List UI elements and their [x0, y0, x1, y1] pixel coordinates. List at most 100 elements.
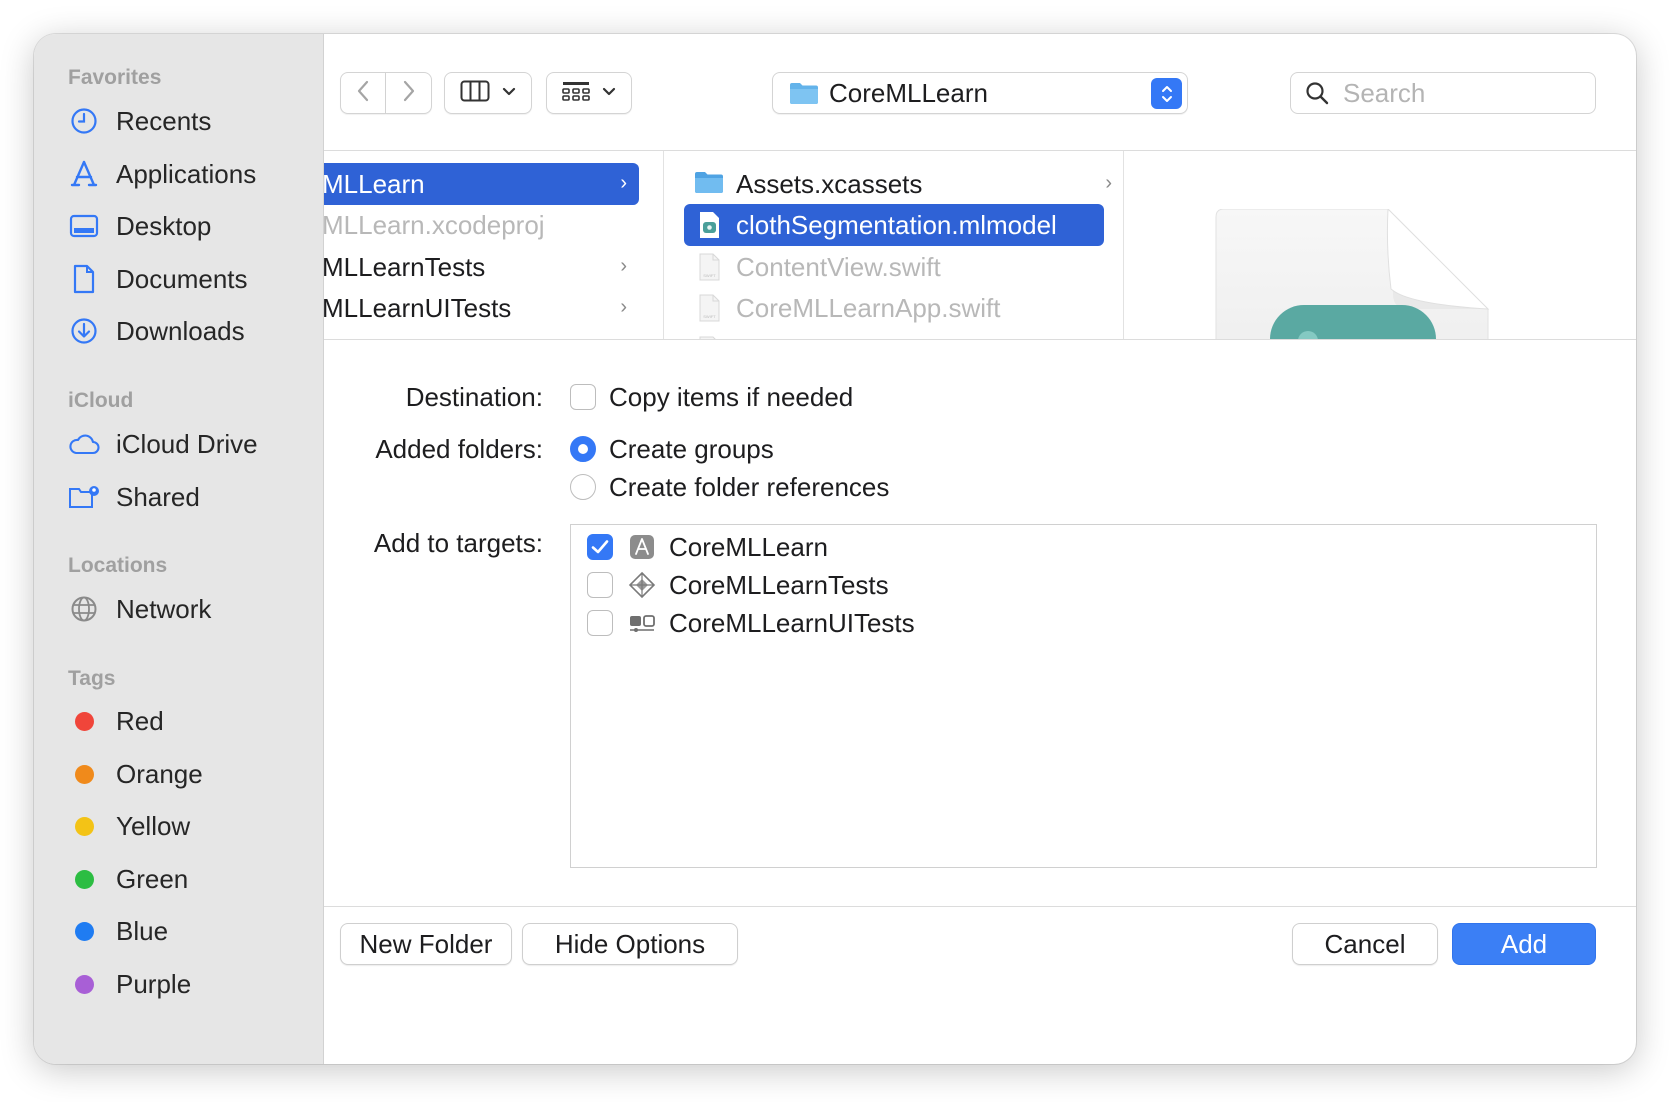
- hide-options-button[interactable]: Hide Options: [522, 923, 738, 965]
- purple-tag-icon: [75, 974, 94, 994]
- target-name: CoreMLLearn: [669, 531, 828, 562]
- sidebar-item-label: iCloud Drive: [116, 428, 258, 459]
- sidebar-item-documents[interactable]: Documents: [68, 257, 308, 301]
- list-item[interactable]: clothSegmentation.mlmodel: [684, 204, 1104, 246]
- sidebar-item-label: Documents: [116, 263, 248, 294]
- chevron-right-icon: ›: [620, 172, 627, 194]
- list-item[interactable]: SWIFT CoreMLLearnApp.swift: [684, 287, 1123, 329]
- list-item[interactable]: MLLearnTests ›: [324, 246, 639, 288]
- sidebar-item-label: Yellow: [116, 810, 191, 841]
- sidebar-item-applications[interactable]: Applications: [68, 152, 308, 196]
- sidebar-item-label: Desktop: [116, 210, 212, 241]
- red-tag-icon: [75, 711, 94, 731]
- clock-icon: [68, 105, 100, 137]
- targets-list: CoreMLLearn CoreMLLearnTests CoreMLLearn…: [570, 524, 1597, 868]
- list-item-label: ContentView.swift: [736, 251, 941, 282]
- chevron-down-icon: [502, 84, 516, 102]
- preview-pane: [1124, 151, 1636, 339]
- browser-column-1: MLLearn › MLLearn.xcodeproj MLLearnTests…: [324, 151, 664, 339]
- divider: [324, 906, 1636, 907]
- target-checkbox[interactable]: [587, 534, 613, 560]
- sidebar-item-icloud-drive[interactable]: iCloud Drive: [68, 422, 308, 466]
- sidebar-item-label: Red: [116, 705, 164, 736]
- columns-view-icon: [460, 80, 490, 107]
- sidebar-item-label: Network: [116, 593, 212, 624]
- cloud-icon: [68, 428, 100, 460]
- folder-icon: [789, 81, 819, 105]
- sidebar-item-shared[interactable]: Shared: [68, 475, 308, 519]
- target-checkbox[interactable]: [587, 572, 613, 598]
- sidebar-section-tags: Tags: [68, 667, 116, 690]
- view-mode-button[interactable]: [444, 72, 532, 114]
- orange-tag-icon: [75, 764, 94, 784]
- destination-label: Destination:: [405, 382, 543, 412]
- sidebar-item-tag-orange[interactable]: Orange: [68, 752, 308, 796]
- grid-icon: [562, 80, 590, 107]
- chevron-down-icon: [602, 84, 616, 102]
- desktop-icon: [68, 210, 100, 242]
- file-browser: MLLearn › MLLearn.xcodeproj MLLearnTests…: [324, 150, 1636, 340]
- target-row-coremllearntests[interactable]: CoreMLLearnTests: [587, 567, 889, 603]
- target-name: CoreMLLearnTests: [669, 569, 889, 600]
- target-row-coremllearnuitests[interactable]: CoreMLLearnUITests: [587, 605, 915, 641]
- list-item[interactable]: Assets.xcassets ›: [684, 163, 1123, 205]
- ui-test-target-icon: [627, 608, 657, 638]
- target-checkbox[interactable]: [587, 610, 613, 636]
- list-item[interactable]: [684, 329, 1123, 339]
- list-item[interactable]: SWIFT ContentView.swift: [684, 246, 1123, 288]
- target-row-coremllearn[interactable]: CoreMLLearn: [587, 529, 828, 565]
- list-item-label: clothSegmentation.mlmodel: [736, 209, 1057, 240]
- sidebar-item-tag-yellow[interactable]: Yellow: [68, 804, 308, 848]
- list-item[interactable]: MLLearn ›: [324, 163, 639, 205]
- chevron-right-icon: ›: [620, 296, 627, 318]
- sidebar-item-tag-red[interactable]: Red: [68, 699, 308, 743]
- sidebar: Favorites Recents Applications Desktop D…: [34, 34, 324, 1064]
- sidebar-section-icloud: iCloud: [68, 389, 134, 412]
- copy-items-label[interactable]: Copy items if needed: [609, 382, 853, 413]
- forward-button[interactable]: [386, 72, 432, 114]
- add-button[interactable]: Add: [1452, 923, 1596, 965]
- create-folder-references-radio[interactable]: [570, 474, 596, 500]
- unit-test-target-icon: [627, 570, 657, 600]
- create-folder-references-label[interactable]: Create folder references: [609, 472, 889, 503]
- list-item[interactable]: MLLearnUITests ›: [324, 287, 639, 329]
- group-by-button[interactable]: [546, 72, 632, 114]
- svg-text:SWIFT: SWIFT: [703, 273, 716, 278]
- location-popup[interactable]: CoreMLLearn: [772, 72, 1188, 114]
- list-item-label: CoreMLLearnApp.swift: [736, 292, 1001, 323]
- list-item-label: MLLearnUITests: [324, 292, 512, 323]
- list-item[interactable]: MLLearn.xcodeproj: [324, 204, 639, 246]
- create-groups-label[interactable]: Create groups: [609, 434, 774, 465]
- sidebar-item-downloads[interactable]: Downloads: [68, 309, 308, 353]
- globe-icon: [68, 593, 100, 625]
- cancel-button[interactable]: Cancel: [1292, 923, 1438, 965]
- create-groups-radio[interactable]: [570, 436, 596, 462]
- search-input[interactable]: [1343, 77, 1583, 109]
- add-files-dialog: Favorites Recents Applications Desktop D…: [34, 34, 1636, 1064]
- new-folder-button[interactable]: New Folder: [340, 923, 512, 965]
- mlmodel-icon: [694, 210, 724, 240]
- back-button[interactable]: [340, 72, 386, 114]
- copy-items-checkbox[interactable]: [570, 384, 596, 410]
- sidebar-item-label: Applications: [116, 158, 257, 189]
- sidebar-item-label: Recents: [116, 105, 212, 136]
- sidebar-item-label: Green: [116, 863, 189, 894]
- sidebar-item-tag-purple[interactable]: Purple: [68, 962, 308, 1006]
- search-icon: [1305, 81, 1329, 105]
- sidebar-item-tag-blue[interactable]: Blue: [68, 909, 308, 953]
- swift-file-icon: [694, 335, 724, 339]
- sidebar-section-locations: Locations: [68, 554, 168, 577]
- sidebar-item-tag-green[interactable]: Green: [68, 857, 308, 901]
- sidebar-item-desktop[interactable]: Desktop: [68, 204, 308, 248]
- sidebar-item-recents[interactable]: Recents: [68, 99, 308, 143]
- list-item-label: MLLearnTests: [324, 251, 486, 282]
- sidebar-section-favorites: Favorites: [68, 66, 162, 89]
- sidebar-item-network[interactable]: Network: [68, 587, 308, 631]
- chevron-right-icon: ›: [620, 255, 627, 277]
- download-icon: [68, 315, 100, 347]
- sidebar-item-label: Shared: [116, 481, 200, 512]
- blue-tag-icon: [75, 921, 94, 941]
- sidebar-item-label: Orange: [116, 758, 203, 789]
- location-popup-label: CoreMLLearn: [829, 77, 988, 108]
- search-field[interactable]: [1290, 72, 1596, 114]
